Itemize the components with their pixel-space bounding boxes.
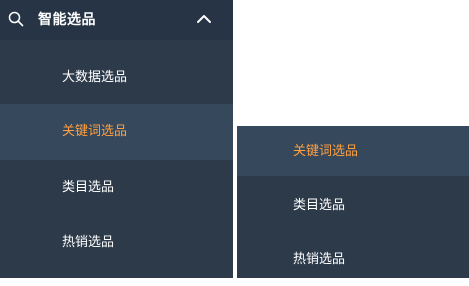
menu-group-header[interactable]: 智能选品: [0, 0, 233, 40]
panel-item-hot-sale[interactable]: 热销选品: [237, 234, 469, 286]
submenu-panel: 关键词选品 类目选品 热销选品: [237, 126, 469, 278]
panel-item-label: 类目选品: [293, 198, 346, 213]
menu-group-title: 智能选品: [38, 12, 96, 28]
chevron-up-icon[interactable]: [195, 11, 213, 25]
sidebar-item-category[interactable]: 类目选品: [0, 160, 233, 216]
sidebar-item-label: 热销选品: [62, 235, 115, 250]
search-icon: [8, 11, 24, 27]
panel-item-category[interactable]: 类目选品: [237, 180, 469, 232]
sidebar-item-label: 类目选品: [62, 180, 115, 195]
sidebar-item-keyword[interactable]: 关键词选品: [0, 104, 233, 160]
panel-item-keyword[interactable]: 关键词选品: [237, 126, 469, 176]
sidebar-item-label: 关键词选品: [62, 124, 128, 139]
panel-item-label: 热销选品: [293, 252, 346, 267]
panel-item-label: 关键词选品: [293, 144, 359, 159]
sidebar: 智能选品 大数据选品 关键词选品 类目选品 热销选品: [0, 0, 233, 278]
sidebar-item-hot-sale[interactable]: 热销选品: [0, 215, 233, 271]
sidebar-item-big-data[interactable]: 大数据选品: [0, 50, 233, 106]
sidebar-item-label: 大数据选品: [62, 70, 128, 85]
